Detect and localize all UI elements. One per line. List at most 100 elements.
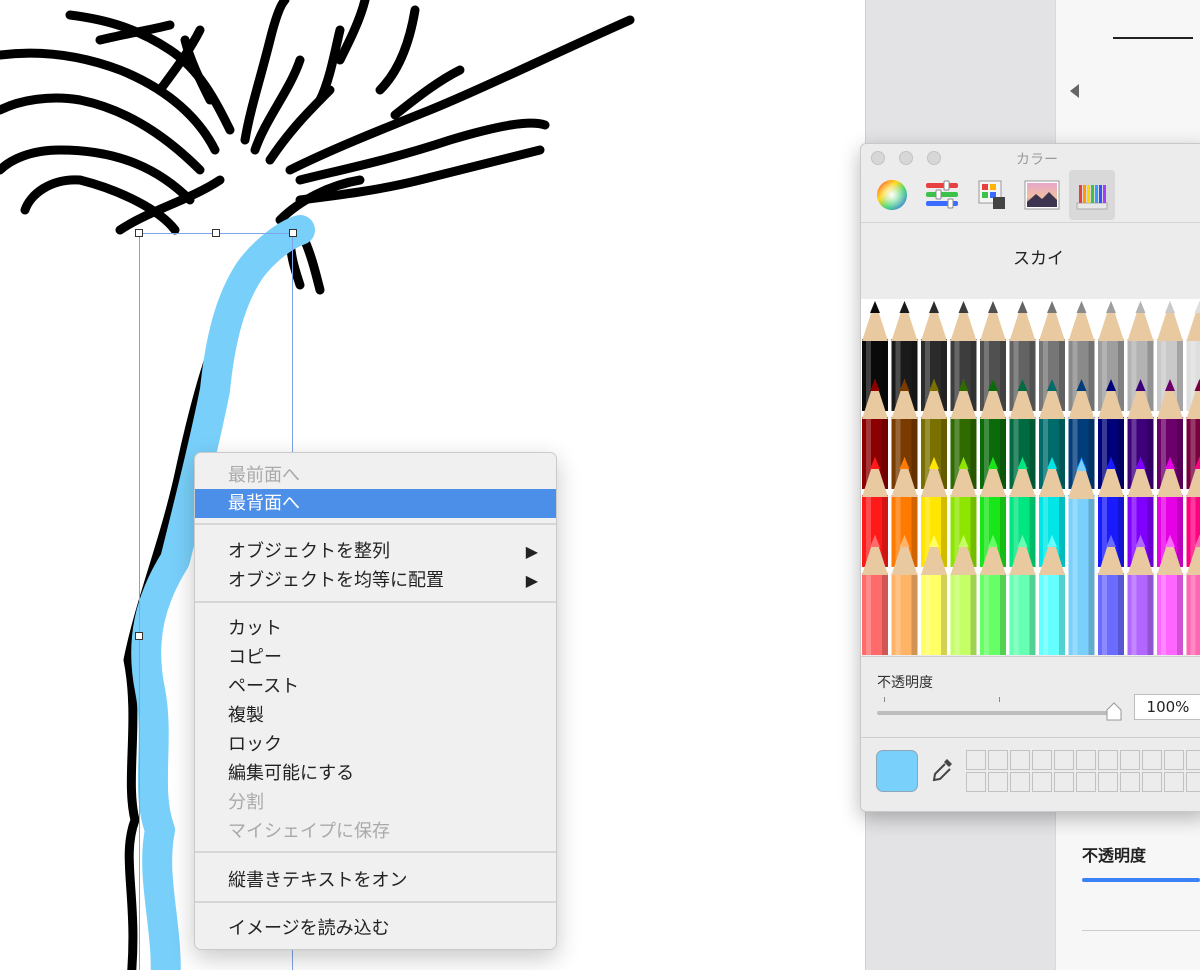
empty-swatch[interactable] bbox=[1142, 750, 1162, 770]
pencil-shadow bbox=[1000, 575, 1006, 655]
color-wheel-icon[interactable] bbox=[869, 170, 915, 220]
empty-swatch[interactable] bbox=[1164, 772, 1184, 792]
empty-swatch[interactable] bbox=[1098, 772, 1118, 792]
current-color-well[interactable] bbox=[876, 750, 918, 792]
empty-swatch[interactable] bbox=[988, 750, 1008, 770]
menu-item-label: カット bbox=[228, 618, 282, 639]
opacity-slider-knob[interactable] bbox=[1104, 701, 1124, 721]
empty-swatch[interactable] bbox=[1054, 750, 1074, 770]
empty-swatch[interactable] bbox=[966, 750, 986, 770]
pencil-shadow bbox=[1059, 497, 1065, 567]
menu-item-label: 最前面へ bbox=[228, 465, 300, 486]
pencil-shadow bbox=[970, 341, 977, 411]
selection-handle[interactable] bbox=[289, 229, 297, 237]
selection-handle[interactable] bbox=[135, 632, 143, 640]
pencil-shadow bbox=[1177, 575, 1183, 655]
empty-swatch[interactable] bbox=[1032, 772, 1052, 792]
pencil-shadow bbox=[882, 575, 888, 655]
pencil-shadow bbox=[1177, 341, 1183, 411]
menu-item[interactable]: コピー bbox=[195, 643, 556, 672]
palettes-icon[interactable] bbox=[969, 170, 1015, 220]
empty-swatch[interactable] bbox=[1120, 772, 1140, 792]
pencil-shadow bbox=[1059, 575, 1065, 655]
opacity-value-field[interactable]: 100% bbox=[1134, 694, 1200, 720]
selection-handle[interactable] bbox=[135, 229, 143, 237]
menu-item-label: 縦書きテキストをオン bbox=[228, 870, 408, 891]
pencil-shadow bbox=[911, 575, 918, 655]
menu-item-label: オブジェクトを整列 bbox=[228, 541, 390, 562]
pencil-shadow bbox=[1088, 341, 1095, 411]
empty-swatch[interactable] bbox=[1142, 772, 1162, 792]
menu-item[interactable]: イメージを読み込む bbox=[195, 914, 556, 943]
image-palette-icon[interactable] bbox=[1019, 170, 1065, 220]
sliders-icon[interactable] bbox=[919, 170, 965, 220]
menu-item[interactable]: オブジェクトを均等に配置 ▶ bbox=[195, 566, 556, 595]
pencil-shadow bbox=[1147, 341, 1154, 411]
pencil-lead bbox=[1017, 301, 1028, 313]
menu-item[interactable]: 最背面へ bbox=[195, 489, 556, 518]
menu-item[interactable]: オブジェクトを整列 ▶ bbox=[195, 537, 556, 566]
pencil-shadow bbox=[882, 341, 888, 411]
menu-item-label: 分割 bbox=[228, 792, 264, 813]
pencil-grid[interactable] bbox=[861, 299, 1200, 655]
pencil-shadow bbox=[882, 497, 888, 567]
pencil-shadow bbox=[1029, 575, 1036, 655]
empty-swatch[interactable] bbox=[1054, 772, 1074, 792]
pencil-highlight bbox=[1013, 575, 1019, 655]
menu-item[interactable]: カット bbox=[195, 614, 556, 643]
menu-item[interactable]: ペースト bbox=[195, 672, 556, 701]
pencil[interactable] bbox=[1068, 459, 1095, 655]
pencils-icon[interactable] bbox=[1069, 170, 1115, 220]
minimize-button[interactable] bbox=[899, 151, 913, 165]
empty-swatch[interactable] bbox=[1010, 772, 1030, 792]
pencil-lead bbox=[1106, 301, 1116, 313]
menu-item-label: コピー bbox=[228, 647, 282, 668]
slider-tick bbox=[884, 697, 885, 702]
empty-swatch[interactable] bbox=[988, 772, 1008, 792]
close-button[interactable] bbox=[871, 151, 885, 165]
pencil-shadow bbox=[970, 419, 977, 489]
menu-item-label: オブジェクトを均等に配置 bbox=[228, 570, 444, 591]
empty-swatch[interactable] bbox=[1098, 750, 1118, 770]
empty-swatch[interactable] bbox=[1032, 750, 1052, 770]
pencil-shadow bbox=[1029, 497, 1036, 567]
empty-swatch[interactable] bbox=[1076, 750, 1096, 770]
selection-handle[interactable] bbox=[212, 229, 220, 237]
empty-swatch[interactable] bbox=[1120, 750, 1140, 770]
menu-item[interactable]: ロック bbox=[195, 730, 556, 759]
empty-swatch[interactable] bbox=[1186, 772, 1200, 792]
pencil-shadow bbox=[941, 341, 947, 411]
pencil-highlight bbox=[1161, 575, 1166, 655]
pencil-highlight bbox=[1102, 575, 1107, 655]
pencil-shadow bbox=[941, 575, 947, 655]
menu-item[interactable]: 縦書きテキストをオン bbox=[195, 866, 556, 895]
empty-swatch[interactable] bbox=[966, 772, 986, 792]
pencil-shadow bbox=[1147, 497, 1154, 567]
empty-swatch[interactable] bbox=[1164, 750, 1184, 770]
pencil-shadow bbox=[1059, 341, 1065, 411]
empty-swatch[interactable] bbox=[1186, 750, 1200, 770]
pencil-shadow bbox=[970, 497, 977, 567]
menu-item-label: ペースト bbox=[228, 676, 300, 697]
pencil-shadow bbox=[1118, 419, 1124, 489]
zoom-button[interactable] bbox=[927, 151, 941, 165]
pencil-shadow bbox=[1029, 341, 1036, 411]
opacity-section: 不透明度 100% bbox=[861, 656, 1200, 737]
eyedropper-icon[interactable] bbox=[929, 756, 955, 786]
opacity-slider[interactable] bbox=[877, 711, 1115, 715]
menu-item[interactable]: 編集可能にする bbox=[195, 759, 556, 788]
menu-item[interactable]: 複製 bbox=[195, 701, 556, 730]
pencil-shadow bbox=[911, 419, 918, 489]
pencil-shadow bbox=[1118, 575, 1124, 655]
disclosure-arrow-icon[interactable] bbox=[1070, 84, 1079, 98]
inspector-opacity-slider[interactable] bbox=[1082, 878, 1200, 882]
empty-swatch[interactable] bbox=[1010, 750, 1030, 770]
pencil-shadow bbox=[1000, 497, 1006, 567]
submenu-arrow-icon: ▶ bbox=[525, 571, 538, 590]
pencil-shadow bbox=[1177, 497, 1183, 567]
pencil-highlight bbox=[1190, 575, 1196, 655]
pencil-highlight bbox=[925, 575, 930, 655]
pencil-shadow bbox=[882, 419, 888, 489]
empty-swatch[interactable] bbox=[1076, 772, 1096, 792]
menu-item-label: マイシェイプに保存 bbox=[228, 821, 390, 842]
